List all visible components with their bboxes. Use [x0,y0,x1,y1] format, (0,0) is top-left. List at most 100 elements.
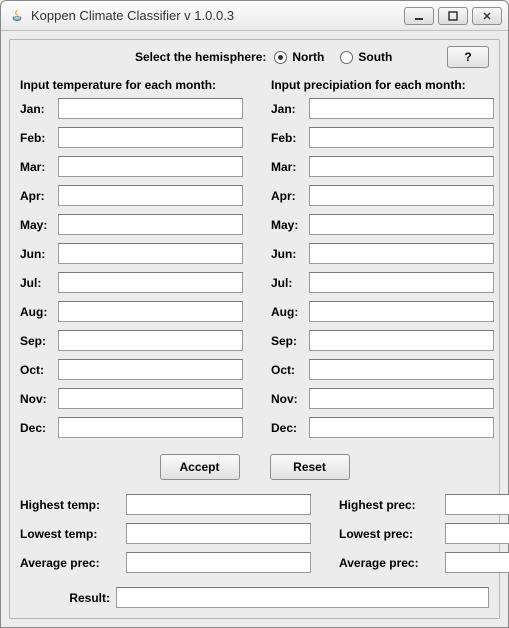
prec-column: Input precipiation for each month: Jan: … [271,78,494,446]
highest-temp-field[interactable] [126,494,311,515]
lowest-prec-label: Lowest prec: [339,527,441,541]
temp-row-jan: Jan: [20,98,243,119]
reset-button[interactable]: Reset [270,454,350,480]
temp-row-aug: Aug: [20,301,243,322]
prec-label-apr: Apr: [271,189,305,203]
temp-input-apr[interactable] [58,185,243,206]
prec-label-dec: Dec: [271,421,305,435]
lowest-temp-field[interactable] [126,523,311,544]
prec-row-oct: Oct: [271,359,494,380]
temp-input-aug[interactable] [58,301,243,322]
prec-row-apr: Apr: [271,185,494,206]
temp-input-nov[interactable] [58,388,243,409]
titlebar: Koppen Climate Classifier v 1.0.0.3 [1,1,508,31]
maximize-button[interactable] [438,7,468,25]
temp-label-jul: Jul: [20,276,54,290]
temp-input-jul[interactable] [58,272,243,293]
prec-input-dec[interactable] [309,417,494,438]
prec-input-jul[interactable] [309,272,494,293]
temp-label-jan: Jan: [20,102,54,116]
temp-row-jul: Jul: [20,272,243,293]
radio-north-icon [274,51,287,64]
prec-input-jan[interactable] [309,98,494,119]
lowest-prec-field[interactable] [445,523,509,544]
result-field[interactable] [116,587,489,608]
temp-row-may: May: [20,214,243,235]
prec-label-feb: Feb: [271,131,305,145]
stats-right: Highest prec: Lowest prec: Average prec: [339,494,509,581]
prec-label-sep: Sep: [271,334,305,348]
prec-row-dec: Dec: [271,417,494,438]
avg-prec-right-field[interactable] [445,552,509,573]
temp-input-sep[interactable] [58,330,243,351]
temp-label-nov: Nov: [20,392,54,406]
temp-label-aug: Aug: [20,305,54,319]
help-button[interactable]: ? [447,46,489,68]
temp-input-oct[interactable] [58,359,243,380]
app-window: Koppen Climate Classifier v 1.0.0.3 Sele… [0,0,509,628]
temp-label-may: May: [20,218,54,232]
temp-row-oct: Oct: [20,359,243,380]
avg-prec-left-row: Average prec: [20,552,311,573]
prec-row-aug: Aug: [271,301,494,322]
highest-prec-field[interactable] [445,494,509,515]
java-icon [9,8,25,24]
temp-input-feb[interactable] [58,127,243,148]
prec-row-may: May: [271,214,494,235]
temp-label-mar: Mar: [20,160,54,174]
temp-input-jun[interactable] [58,243,243,264]
prec-input-oct[interactable] [309,359,494,380]
result-row: Result: [20,587,489,608]
prec-input-aug[interactable] [309,301,494,322]
radio-south[interactable]: South [340,50,400,64]
window-title: Koppen Climate Classifier v 1.0.0.3 [31,8,404,23]
temp-row-dec: Dec: [20,417,243,438]
prec-input-may[interactable] [309,214,494,235]
prec-row-jul: Jul: [271,272,494,293]
hemisphere-prompt: Select the hemisphere: [135,50,266,64]
month-columns: Input temperature for each month: Jan: F… [20,78,489,446]
prec-input-jun[interactable] [309,243,494,264]
radio-north-label: North [292,50,324,64]
avg-prec-left-field[interactable] [126,552,311,573]
temp-heading: Input temperature for each month: [20,78,243,92]
accept-button[interactable]: Accept [160,454,240,480]
prec-row-nov: Nov: [271,388,494,409]
button-row: Accept Reset [20,454,489,480]
highest-temp-label: Highest temp: [20,498,122,512]
prec-input-apr[interactable] [309,185,494,206]
avg-prec-right-label: Average prec: [339,556,441,570]
prec-input-sep[interactable] [309,330,494,351]
temp-row-jun: Jun: [20,243,243,264]
stats-row: Highest temp: Lowest temp: Average prec:… [20,494,489,581]
highest-prec-label: Highest prec: [339,498,441,512]
temp-label-feb: Feb: [20,131,54,145]
highest-prec-row: Highest prec: [339,494,509,515]
prec-label-mar: Mar: [271,160,305,174]
prec-row-feb: Feb: [271,127,494,148]
radio-north[interactable]: North [274,50,332,64]
temp-input-dec[interactable] [58,417,243,438]
close-button[interactable] [472,7,502,25]
temp-input-mar[interactable] [58,156,243,177]
temp-row-sep: Sep: [20,330,243,351]
client-area: Select the hemisphere: North South ? Inp… [1,31,508,627]
temp-row-nov: Nov: [20,388,243,409]
temp-input-jan[interactable] [58,98,243,119]
hemisphere-row: Select the hemisphere: North South ? [20,46,489,68]
temp-label-dec: Dec: [20,421,54,435]
avg-prec-left-label: Average prec: [20,556,122,570]
temp-row-apr: Apr: [20,185,243,206]
radio-south-icon [340,51,353,64]
prec-input-mar[interactable] [309,156,494,177]
avg-prec-right-row: Average prec: [339,552,509,573]
prec-row-mar: Mar: [271,156,494,177]
minimize-button[interactable] [404,7,434,25]
prec-input-nov[interactable] [309,388,494,409]
temp-row-feb: Feb: [20,127,243,148]
result-label: Result: [20,591,110,605]
prec-label-jul: Jul: [271,276,305,290]
lowest-temp-label: Lowest temp: [20,527,122,541]
temp-input-may[interactable] [58,214,243,235]
prec-input-feb[interactable] [309,127,494,148]
